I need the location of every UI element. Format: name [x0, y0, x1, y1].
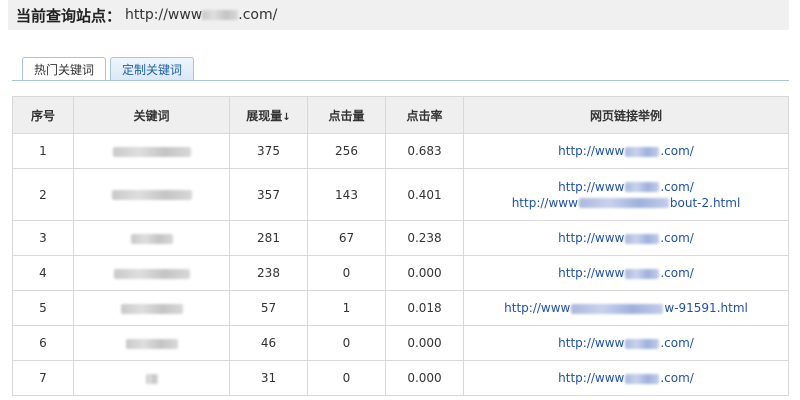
row-impressions: 281: [229, 220, 308, 256]
row-ctr: 0.683: [385, 133, 464, 169]
redacted-keyword: [125, 338, 178, 349]
table-row: 3 281 67 0.238 http://www .com/: [12, 220, 789, 256]
sort-down-icon: ↓: [282, 111, 291, 123]
row-index: 5: [12, 290, 74, 326]
table-row: 5 57 1 0.018 http://www w-91591.html: [12, 290, 789, 326]
row-ctr: 0.000: [385, 360, 464, 396]
column-header-url-example: 网页链接举例: [463, 96, 789, 134]
row-ctr: 0.401: [385, 168, 464, 221]
redacted-keyword: [145, 373, 158, 384]
redacted-keyword: [112, 146, 191, 157]
current-site-label: 当前查询站点：: [16, 6, 122, 25]
table-row: 7 31 0 0.000 http://www .com/: [12, 360, 789, 396]
url-link[interactable]: http://www .com/: [464, 370, 788, 386]
row-ctr: 0.238: [385, 220, 464, 256]
row-links: http://www .com/: [463, 325, 789, 361]
url-link[interactable]: http://www .com/: [464, 179, 788, 195]
row-clicks: 67: [307, 220, 386, 256]
row-keyword: [73, 290, 230, 326]
url-link[interactable]: http://www w-91591.html: [464, 300, 788, 316]
row-links: http://www w-91591.html: [463, 290, 789, 326]
row-clicks: 143: [307, 168, 386, 221]
table-row: 4 238 0 0.000 http://www .com/: [12, 255, 789, 291]
row-links: http://www .com/: [463, 220, 789, 256]
row-clicks: 0: [307, 325, 386, 361]
url-link[interactable]: http://www .com/: [464, 265, 788, 281]
row-keyword: [73, 360, 230, 396]
keyword-table: 序号 关键词 展现量↓ 点击量 点击率 网页链接举例 1 375 256 0.6…: [12, 96, 789, 396]
column-header-keyword: 关键词: [73, 96, 230, 134]
row-impressions: 375: [229, 133, 308, 169]
row-impressions: 31: [229, 360, 308, 396]
row-index: 4: [12, 255, 74, 291]
row-clicks: 1: [307, 290, 386, 326]
table-row: 2 357 143 0.401 http://www .com/ http://w…: [12, 168, 789, 221]
row-keyword: [73, 133, 230, 169]
row-impressions: 238: [229, 255, 308, 291]
table-row: 1 375 256 0.683 http://www .com/: [12, 133, 789, 169]
column-header-impressions[interactable]: 展现量↓: [229, 96, 308, 134]
row-links: http://www .com/: [463, 255, 789, 291]
url-link[interactable]: http://www .com/: [464, 335, 788, 351]
row-impressions: 357: [229, 168, 308, 221]
row-ctr: 0.018: [385, 290, 464, 326]
site-header: 当前查询站点： http://www .com/: [8, 0, 789, 30]
current-site-url: http://www .com/: [125, 7, 278, 23]
url-link[interactable]: http://www bout-2.html: [464, 195, 788, 211]
tab-divider: [12, 80, 789, 81]
column-header-clicks: 点击量: [307, 96, 386, 134]
row-ctr: 0.000: [385, 325, 464, 361]
row-links: http://www .com/ http://www bout-2.html: [463, 168, 789, 221]
row-index: 7: [12, 360, 74, 396]
row-impressions: 46: [229, 325, 308, 361]
url-link[interactable]: http://www .com/: [464, 230, 788, 246]
table-row: 6 46 0 0.000 http://www .com/: [12, 325, 789, 361]
tab-custom-keywords[interactable]: 定制关键词: [110, 57, 195, 81]
row-clicks: 0: [307, 360, 386, 396]
redacted-keyword: [111, 190, 192, 200]
redacted-keyword: [130, 233, 173, 244]
keyword-tabs: 热门关键词 定制关键词: [22, 57, 195, 81]
row-index: 6: [12, 325, 74, 361]
redacted-keyword: [120, 303, 183, 314]
tab-hot-keywords[interactable]: 热门关键词: [22, 57, 107, 81]
row-ctr: 0.000: [385, 255, 464, 291]
row-keyword: [73, 220, 230, 256]
row-clicks: 0: [307, 255, 386, 291]
row-links: http://www .com/: [463, 133, 789, 169]
row-keyword: [73, 325, 230, 361]
url-link[interactable]: http://www .com/: [464, 143, 788, 159]
column-header-ctr: 点击率: [385, 96, 464, 134]
redacted-keyword: [113, 268, 190, 279]
column-header-index: 序号: [12, 96, 74, 134]
row-clicks: 256: [307, 133, 386, 169]
row-keyword: [73, 168, 230, 221]
row-index: 2: [12, 168, 74, 221]
redacted-domain: [202, 10, 239, 20]
row-keyword: [73, 255, 230, 291]
row-index: 3: [12, 220, 74, 256]
row-index: 1: [12, 133, 74, 169]
row-impressions: 57: [229, 290, 308, 326]
row-links: http://www .com/: [463, 360, 789, 396]
table-header-row: 序号 关键词 展现量↓ 点击量 点击率 网页链接举例: [12, 96, 789, 134]
